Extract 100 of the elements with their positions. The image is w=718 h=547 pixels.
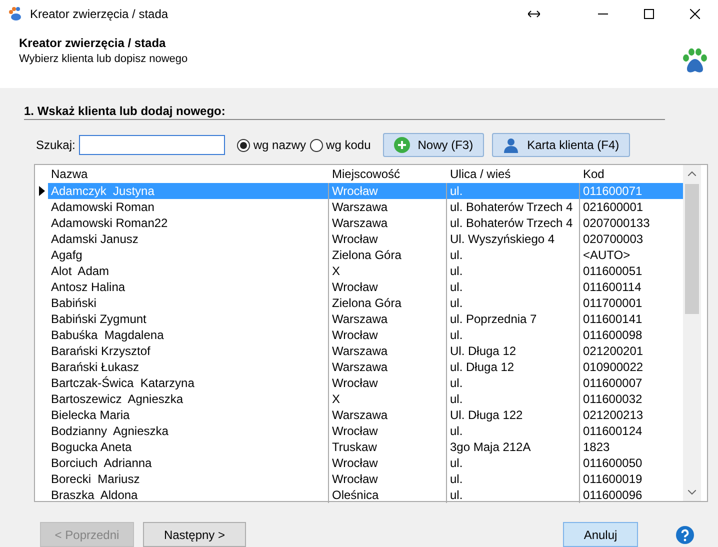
table-cell: X <box>329 263 447 279</box>
table-cell: ul. <box>447 247 580 263</box>
table-cell: Bartoszewicz Agnieszka <box>48 391 329 407</box>
table-row[interactable]: Bielecka Maria Warszawa Ul. Długa 122 021200213 <box>35 407 683 423</box>
table-cell: ul. <box>447 487 580 503</box>
table-cell: Babuśka Magdalena <box>48 327 329 343</box>
table-cell: ul. Poprzednia 7 <box>447 311 580 327</box>
table-row[interactable]: Agafg Zielona Góra ul. <AUTO> <box>35 247 683 263</box>
table-cell-text: 021600001 <box>582 199 644 215</box>
table-row[interactable]: Antosz Halina Wrocław ul. 011600114 <box>35 279 683 295</box>
scroll-up-icon[interactable] <box>688 171 696 176</box>
table-cell-text: 011600098 <box>582 327 644 343</box>
plus-icon <box>394 137 410 153</box>
table-cell: Wrocław <box>329 327 447 343</box>
scrollbar[interactable] <box>683 165 701 501</box>
table-row[interactable]: Bodzianny Agnieszka Wrocław ul. 011600124 <box>35 423 683 439</box>
table-cell: ul. <box>447 471 580 487</box>
table-row[interactable]: Adamowski Roman22 Warszawa ul. Bohaterów Trzech 4 0207000133 <box>35 215 683 231</box>
table-cell-text: 011600096 <box>582 487 644 503</box>
table-cell-text: 011600007 <box>582 375 644 391</box>
table-cell-text: 011600050 <box>582 455 644 471</box>
table-cell: Barański Krzysztof <box>48 343 329 359</box>
column-header[interactable]: Miejscowość <box>329 165 447 183</box>
table-cell: Agafg <box>48 247 329 263</box>
table-cell: Warszawa <box>329 407 447 423</box>
table-row[interactable]: Adamowski Roman Warszawa ul. Bohaterów Trzech 4 021600001 <box>35 199 683 215</box>
table-cell: 011600071 <box>580 183 683 199</box>
table-cell-text: 011700001 <box>582 295 644 311</box>
table-cell: Warszawa <box>329 199 447 215</box>
table-cell: Braszka Aldona <box>48 487 329 503</box>
table-cell-text: 011600114 <box>582 279 642 295</box>
radio-option[interactable]: wg nazwy <box>237 138 306 152</box>
table-cell: ul. <box>447 391 580 407</box>
table-cell: Adamczyk Justyna <box>48 183 329 199</box>
table-cell: Wrocław <box>329 279 447 295</box>
table-row[interactable]: Babuśka Magdalena Wrocław ul. 011600098 <box>35 327 683 343</box>
table-row[interactable]: Alot Adam X ul. 011600051 <box>35 263 683 279</box>
table-cell-text: 011600141 <box>582 311 644 327</box>
table-cell: Adamowski Roman22 <box>48 215 329 231</box>
help-icon[interactable] <box>676 526 694 544</box>
table-cell: Bogucka Aneta <box>48 439 329 455</box>
table-cell: Zielona Góra <box>329 247 447 263</box>
table-row[interactable]: Borecki Mariusz Wrocław ul. 011600019 <box>35 471 683 487</box>
table-row[interactable]: Borciuch Adrianna Wrocław ul. 011600050 <box>35 455 683 471</box>
table-cell-text: 010900022 <box>582 359 644 375</box>
current-row-icon <box>38 186 44 196</box>
scroll-down-icon[interactable] <box>688 490 696 495</box>
paw-icon <box>682 48 708 74</box>
table-cell-text: 011600019 <box>582 471 644 487</box>
table-row[interactable]: Bartczak-Świca Katarzyna Wrocław ul. 011600007 <box>35 375 683 391</box>
table-cell: Truskaw <box>329 439 447 455</box>
table-cell: Borecki Mariusz <box>48 471 329 487</box>
section-heading: 1. Wskaż klienta lub dodaj nowego: <box>24 104 665 120</box>
maximize-icon <box>644 9 654 19</box>
table-cell-text: 011600051 <box>582 263 644 279</box>
person-icon <box>503 137 520 153</box>
radio-option[interactable]: wg kodu <box>310 138 371 152</box>
search-field[interactable] <box>79 135 226 155</box>
column-header[interactable]: Kod <box>580 165 683 183</box>
table-row[interactable]: Adamski Janusz Wrocław Ul. Wyszyńskiego 4 020700003 <box>35 231 683 247</box>
table-cell: Oleśnica <box>329 487 447 503</box>
table-cell: Ul. Długa 12 <box>447 343 580 359</box>
wizard-subtitle: Wybierz klienta lub dopisz nowego <box>19 53 188 65</box>
table-cell: Warszawa <box>329 215 447 231</box>
table-row[interactable]: Barański Łukasz Warszawa ul. Długa 12 010900022 <box>35 359 683 375</box>
table-cell: Ul. Wyszyńskiego 4 <box>447 231 580 247</box>
window-title: Kreator zwierzęcia / stada <box>30 7 168 21</box>
table-cell: ul. <box>447 263 580 279</box>
table-cell: Adamowski Roman <box>48 199 329 215</box>
new-button[interactable]: Nowy (F3) <box>382 133 484 157</box>
column-header[interactable]: Nazwa <box>48 165 329 183</box>
table-row[interactable]: Braszka Aldona Oleśnica ul. 011600096 <box>35 487 683 503</box>
client-card-button[interactable]: Karta klienta (F4) <box>492 133 630 157</box>
next-button[interactable]: Następny > <box>143 522 246 547</box>
table-cell: Borciuch Adrianna <box>48 455 329 471</box>
table-cell-text: <AUTO> <box>582 247 632 263</box>
table-cell-text: 021200213 <box>582 407 644 423</box>
table-cell: Wrocław <box>329 231 447 247</box>
table-cell: ul. <box>447 375 580 391</box>
table-cell: Wrocław <box>329 423 447 439</box>
table-row[interactable]: Babiński Zielona Góra ul. 011700001 <box>35 295 683 311</box>
table-cell: Adamski Janusz <box>48 231 329 247</box>
search-label: Szukaj: <box>36 138 76 152</box>
table-cell: ul. <box>447 327 580 343</box>
table-cell: ul. <box>447 423 580 439</box>
table-row[interactable]: Babiński Zygmunt Warszawa ul. Poprzednia 7 011600141 <box>35 311 683 327</box>
paw-icon <box>8 6 24 22</box>
table-cell: Antosz Halina <box>48 279 329 295</box>
table-cell: Bartczak-Świca Katarzyna <box>48 375 329 391</box>
cancel-button[interactable]: Anuluj <box>563 522 638 547</box>
column-header[interactable]: Ulica / wieś <box>447 165 580 183</box>
table-row[interactable]: Barański Krzysztof Warszawa Ul. Długa 12 021200201 <box>35 343 683 359</box>
table-row[interactable]: Bartoszewicz Agnieszka X ul. 011600032 <box>35 391 683 407</box>
table-cell: Wrocław <box>329 455 447 471</box>
table-cell: ul. <box>447 455 580 471</box>
table-cell: ul. <box>447 279 580 295</box>
table-cell: Warszawa <box>329 359 447 375</box>
table-cell-text: 011600032 <box>582 391 644 407</box>
table-row[interactable]: Bogucka Aneta Truskaw 3go Maja 212A 1823 <box>35 439 683 455</box>
table-cell: X <box>329 391 447 407</box>
